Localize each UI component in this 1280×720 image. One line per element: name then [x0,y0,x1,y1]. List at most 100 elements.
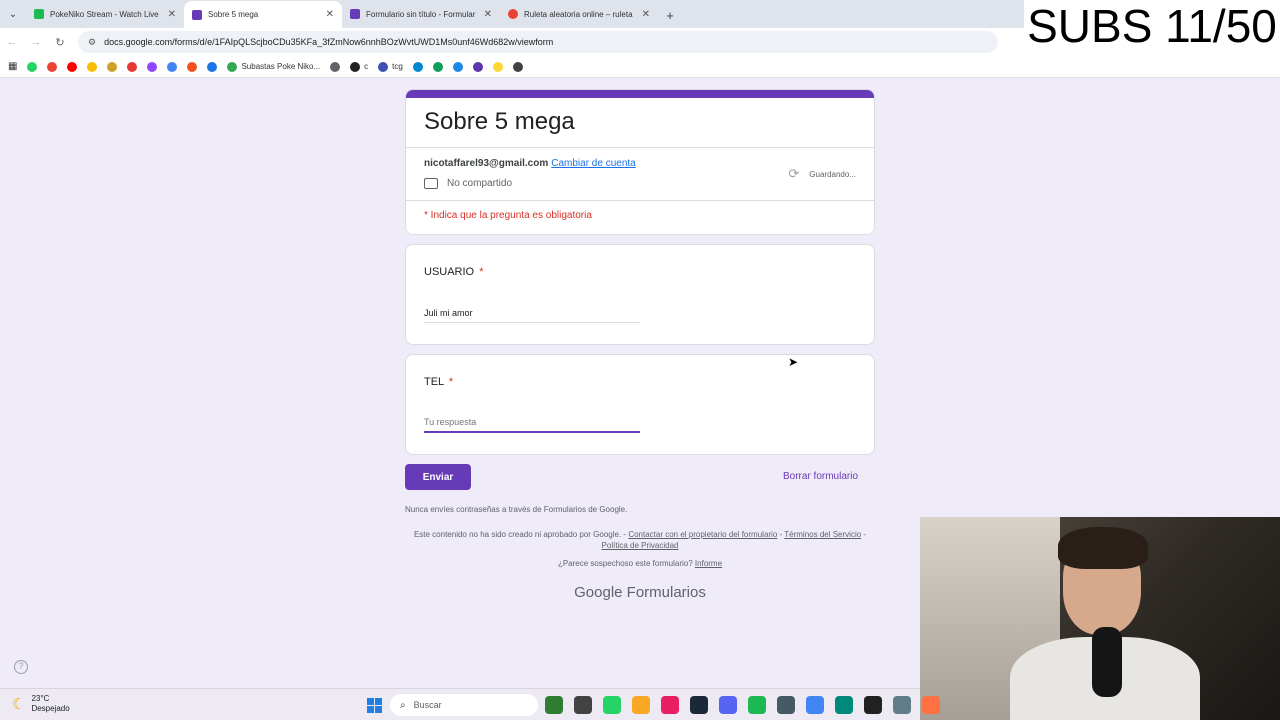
taskbar-app-icon[interactable] [690,696,708,714]
report-link[interactable]: Informe [695,559,722,568]
taskbar-app-icon[interactable] [574,696,592,714]
bookmark-item[interactable]: Subastas Poke Niko... [227,61,321,72]
bookmark-favicon-icon [432,61,443,72]
not-shared-label: No compartido [447,178,513,189]
bookmark-favicon-icon [330,61,341,72]
bookmark-item[interactable] [412,61,423,72]
url-text: docs.google.com/forms/d/e/1FAIpQLScjboCD… [104,37,554,47]
bookmark-item[interactable] [67,61,78,72]
bookmark-item[interactable] [107,61,118,72]
bookmark-item[interactable] [87,61,98,72]
weather-text: 23°C Despejado [31,694,69,714]
bookmark-favicon-icon [87,61,98,72]
bookmark-item[interactable] [330,61,341,72]
suspicious-row: ¿Parece sospechoso este formulario? Info… [405,559,875,568]
tab-ruleta[interactable]: Ruleta aleatoria online – ruleta ✕ [500,1,658,27]
tab-sobre-5-mega[interactable]: Sobre 5 mega ✕ [184,1,342,28]
pokeniko-favicon-icon [34,9,44,19]
weather-condition: Despejado [31,704,70,713]
bookmark-item[interactable] [47,61,58,72]
subs-counter-overlay: SUBS 11/50 [1024,0,1280,52]
forward-arrow-icon[interactable]: → [24,36,48,48]
taskbar-app-icon[interactable] [603,696,621,714]
site-info-icon[interactable]: ⚙ [88,37,96,48]
bookmark-item[interactable] [452,61,463,72]
bookmark-favicon-icon [27,61,38,72]
bookmark-favicon-icon [147,61,158,72]
bookmark-item[interactable] [187,61,198,72]
mail-icon [424,178,438,189]
bookmark-item[interactable] [27,61,38,72]
close-icon[interactable]: ✕ [168,9,176,20]
search-icon: ⌕ [400,699,406,711]
taskbar-search[interactable]: ⌕ Buscar [390,694,538,716]
bookmark-favicon-icon [227,61,238,72]
question-label: TEL [424,376,444,388]
switch-account-link[interactable]: Cambiar de cuenta [551,158,636,169]
moon-icon: ☾ [12,696,26,713]
bookmark-item[interactable] [472,61,483,72]
contact-owner-link[interactable]: Contactar con el propietario del formula… [628,530,777,539]
close-icon[interactable]: ✕ [484,9,492,20]
divider [406,147,874,148]
webcam-microphone [1092,627,1122,697]
taskbar-app-icon[interactable] [719,696,737,714]
windows-start-icon[interactable] [367,698,382,713]
bookmark-label: Subastas Poke Niko... [241,62,321,71]
bookmark-item[interactable] [207,61,218,72]
divider [406,200,874,201]
url-field[interactable]: ⚙ docs.google.com/forms/d/e/1FAIpQLScjbo… [78,31,998,53]
bookmark-item[interactable] [492,61,503,72]
taskbar-app-icon[interactable] [545,696,563,714]
saving-label: Guardando... [809,169,856,179]
bookmark-favicon-icon [452,61,463,72]
close-icon[interactable]: ✕ [642,9,650,20]
disclaimer: Este contenido no ha sido creado ni apro… [405,529,875,551]
usuario-input[interactable] [424,303,640,323]
taskbar-app-icon[interactable] [922,696,940,714]
tel-input[interactable] [424,413,640,433]
bookmark-item[interactable] [512,61,523,72]
suspicious-text: ¿Parece sospechoso este formulario? [557,559,695,568]
submit-button[interactable]: Enviar [405,464,471,490]
taskbar-app-icon[interactable] [632,696,650,714]
taskbar-app-icon[interactable] [835,696,853,714]
taskbar-app-icon[interactable] [893,696,911,714]
bookmark-item[interactable]: tcg [378,61,403,72]
back-arrow-icon[interactable]: ← [0,36,24,48]
weather-widget[interactable]: ☾ 23°C Despejado [12,694,70,714]
privacy-link[interactable]: Política de Privacidad [602,541,679,550]
apps-grid-icon[interactable]: ▦ [8,61,17,72]
tab-label: PokeNiko Stream - Watch Live [50,9,159,19]
bookmark-favicon-icon [492,61,503,72]
bookmark-item[interactable] [147,61,158,72]
bookmark-item[interactable] [127,61,138,72]
help-icon[interactable]: ? [14,660,28,674]
brand-forms: Formularios [626,584,706,601]
taskbar-app-icon[interactable] [777,696,795,714]
bookmark-item[interactable]: c [350,61,369,72]
new-tab-plus-icon[interactable]: + [658,2,682,28]
bookmark-favicon-icon [350,61,361,72]
tab-search-chevron-icon[interactable]: ⌄ [0,0,26,28]
forms-favicon-icon [192,9,202,20]
tab-pokeniko[interactable]: PokeNiko Stream - Watch Live ✕ [26,1,184,27]
bookmark-item[interactable] [167,61,178,72]
bookmark-label: c [364,62,369,71]
terms-link[interactable]: Términos del Servicio [784,530,861,539]
required-mark: * [448,376,454,388]
taskbar-app-icon[interactable] [806,696,824,714]
taskbar-app-icon[interactable] [748,696,766,714]
taskbar-app-icon[interactable] [864,696,882,714]
taskbar-app-icon[interactable] [661,696,679,714]
bookmark-favicon-icon [67,61,78,72]
bookmark-favicon-icon [412,61,423,72]
bookmark-item[interactable] [432,61,443,72]
bookmark-favicon-icon [187,61,198,72]
reload-icon[interactable]: ↻ [48,36,72,49]
close-icon[interactable]: ✕ [326,9,334,20]
tab-formulario-sin-titulo[interactable]: Formulario sin título - Formular ✕ [342,1,500,27]
question-card-tel: TEL * [405,354,875,455]
clear-form-button[interactable]: Borrar formulario [783,471,858,482]
taskbar: ☾ 23°C Despejado ⌕ Buscar [0,688,940,720]
